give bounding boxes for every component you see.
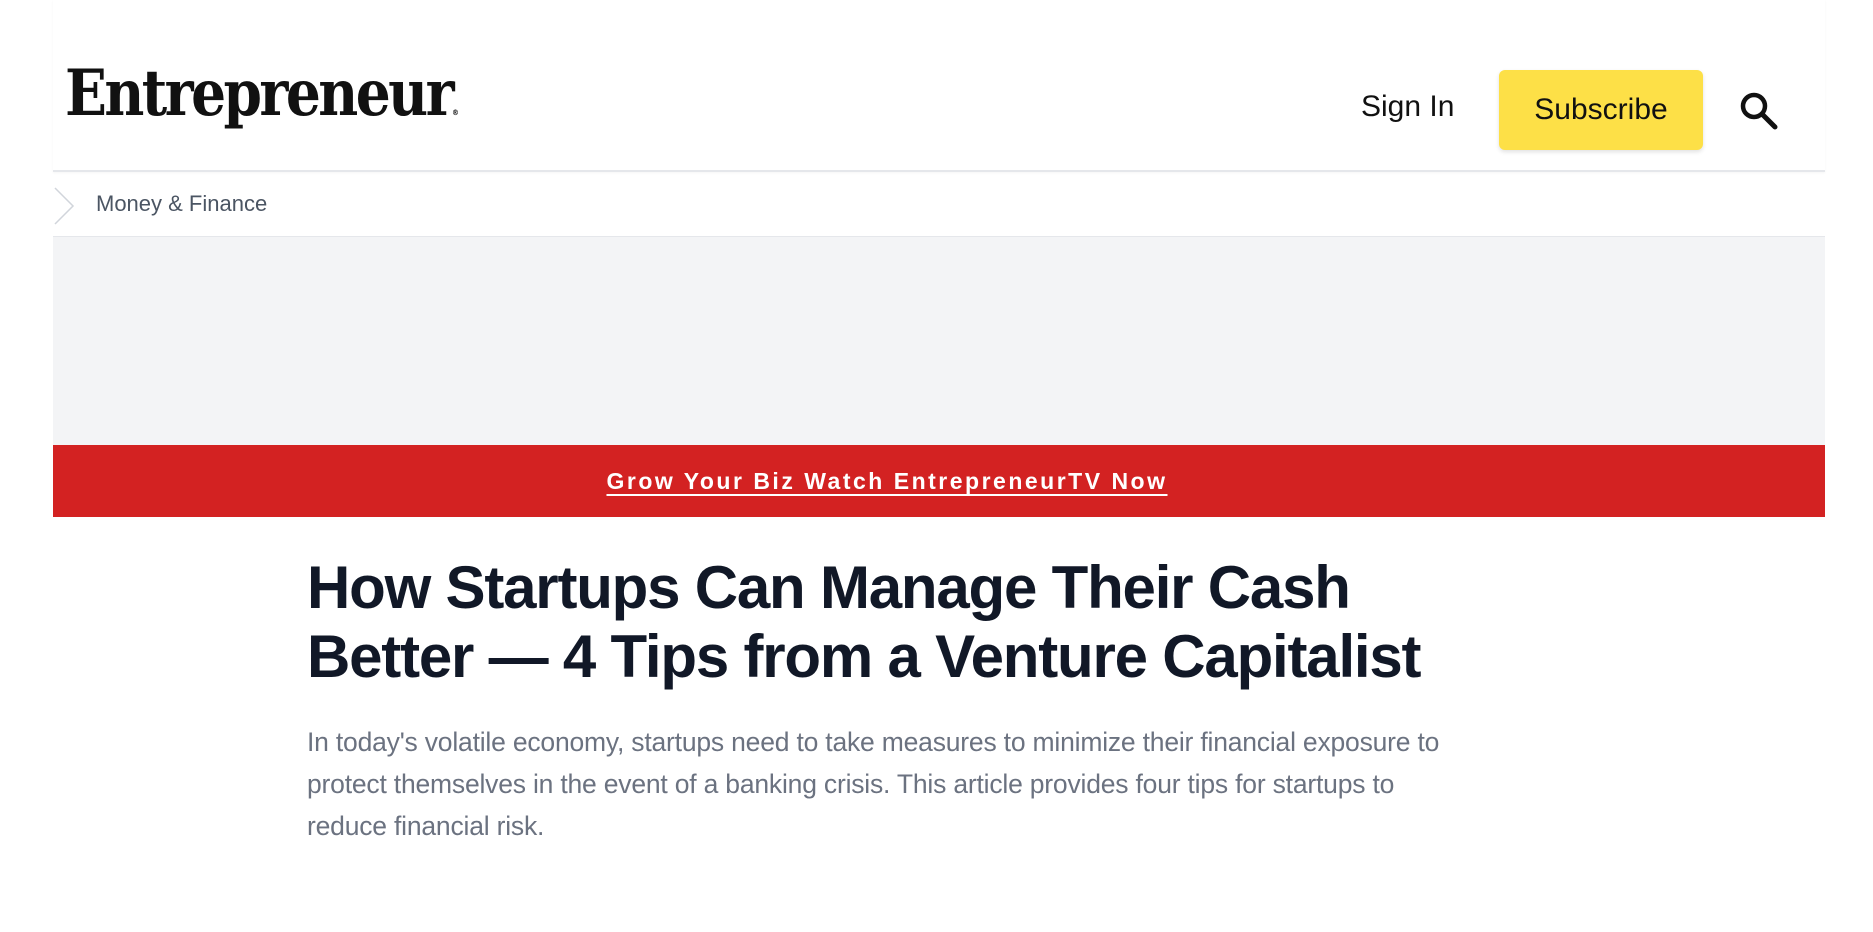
search-icon xyxy=(1740,92,1778,130)
site-logo[interactable]: Entrepreneur® xyxy=(65,62,459,126)
article-header: How Startups Can Manage Their Cash Bette… xyxy=(307,553,1507,847)
subscribe-label: Subscribe xyxy=(1534,93,1668,126)
promo-banner: Grow Your Biz Watch EntrepreneurTV Now xyxy=(53,445,1825,517)
breadcrumb: Money & Finance xyxy=(53,172,1825,237)
ad-placeholder xyxy=(53,237,1825,445)
chevron-right-icon xyxy=(54,187,75,225)
breadcrumb-money-finance[interactable]: Money & Finance xyxy=(96,191,267,217)
search-button[interactable] xyxy=(1737,89,1781,133)
article-title: How Startups Can Manage Their Cash Bette… xyxy=(307,554,1422,690)
sign-in-link[interactable]: Sign In xyxy=(1361,90,1454,124)
page-frame: Entrepreneur® Sign In Subscribe Money & … xyxy=(53,0,1825,517)
article-dek: In today's volatile economy, startups ne… xyxy=(307,727,1440,841)
promo-link[interactable]: Grow Your Biz Watch EntrepreneurTV Now xyxy=(606,468,1167,495)
subscribe-button[interactable]: Subscribe xyxy=(1499,70,1703,150)
site-header: Entrepreneur® Sign In Subscribe xyxy=(53,0,1825,172)
registered-mark: ® xyxy=(452,108,459,117)
logo-text: Entrepreneur xyxy=(65,56,455,131)
